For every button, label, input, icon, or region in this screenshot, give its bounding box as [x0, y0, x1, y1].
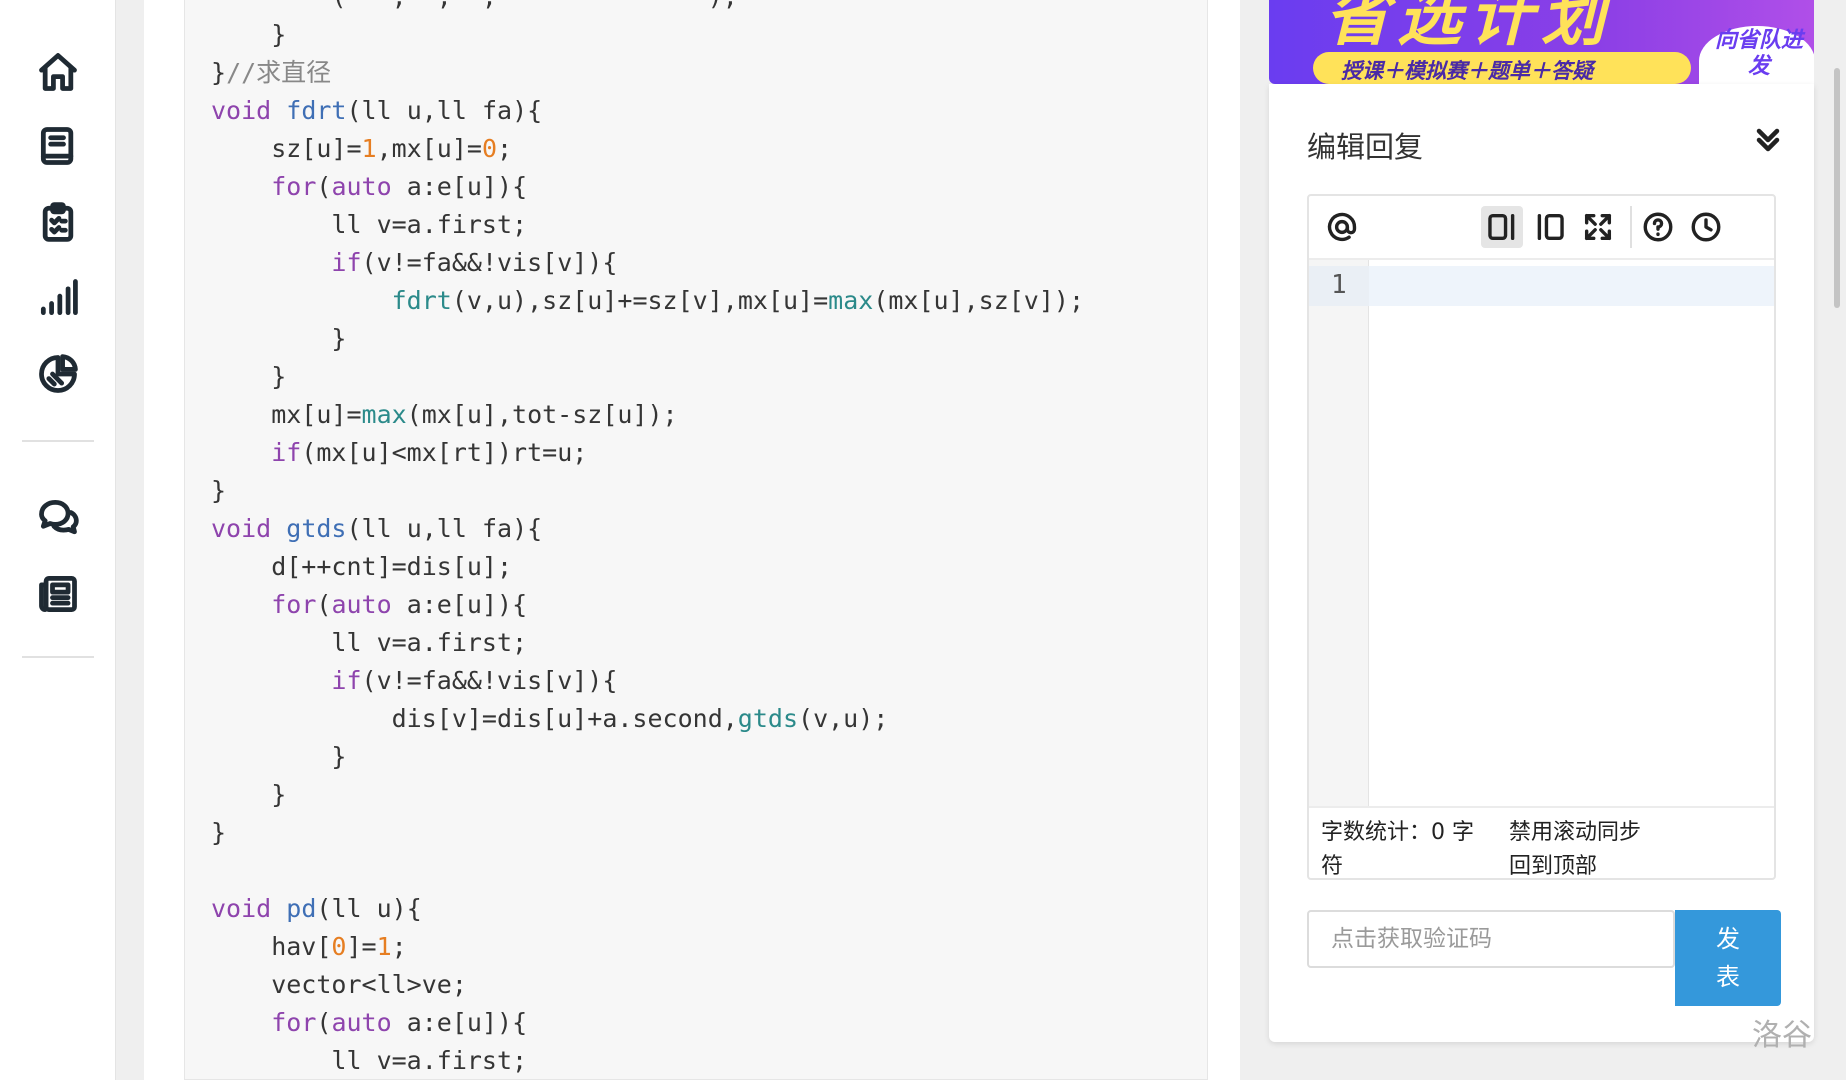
banner-title: 省选计划: [1325, 0, 1613, 55]
editor-input-area[interactable]: [1369, 266, 1774, 306]
disable-scroll-sync-link[interactable]: 禁用滚动同步: [1509, 816, 1641, 850]
home-icon[interactable]: [34, 48, 82, 96]
code-line: fdrt(v,u),sz[u]+=sz[v],mx[u]=max(mx[u],s…: [391, 286, 1085, 315]
line-gutter: [1309, 260, 1369, 806]
help-icon[interactable]: [1637, 206, 1679, 248]
submit-button[interactable]: 发表: [1675, 910, 1781, 1006]
code-line: ll v=a.first;: [211, 210, 528, 239]
nav-divider: [22, 656, 94, 658]
split-view-icon[interactable]: [1481, 206, 1523, 248]
banner-subtitle: 授课＋模拟赛＋题单＋答疑: [1341, 59, 1593, 83]
signal-bars-icon[interactable]: [34, 274, 82, 322]
page-scrollbar[interactable]: [1830, 0, 1846, 1080]
code-line: sz[u]=1,mx[u]=0;: [211, 134, 513, 163]
nav-divider: [22, 440, 94, 442]
markdown-editor: 1 字数统计：0 字符 禁用滚动同步 回到顶部: [1307, 194, 1776, 880]
code-line: mx[u]=max(mx[u],tot-sz[u]);: [211, 400, 678, 429]
history-icon[interactable]: [1685, 206, 1727, 248]
code-line: }: [211, 476, 227, 505]
code-text: ( , , , ); } }//求直径 void fdrt(ll u,ll fa){…: [211, 0, 1085, 1079]
code-line: for(auto a:e[u]){: [271, 172, 528, 201]
book-icon[interactable]: [34, 122, 82, 170]
at-icon[interactable]: [1321, 206, 1363, 248]
editor-toolbar: [1309, 196, 1774, 260]
code-line: d[++cnt]=dis[u];: [211, 552, 513, 581]
fullscreen-icon[interactable]: [1577, 206, 1619, 248]
code-line: dis[v]=dis[u]+a.second,gtds(v,u);: [211, 704, 889, 733]
code-block: ( , , , ); } }//求直径 void fdrt(ll u,ll fa){…: [184, 0, 1208, 1080]
code-line: vector<ll>ve;: [211, 970, 467, 999]
line-number: 1: [1331, 270, 1347, 300]
char-count: 字数统计：0 字符: [1321, 820, 1474, 879]
code-line: for(auto a:e[u]){: [271, 1008, 528, 1037]
code-line: void pd(ll u){: [211, 894, 422, 923]
code-line: }: [211, 324, 347, 353]
scrollbar-thumb[interactable]: [1834, 68, 1840, 308]
code-line: for(auto a:e[u]){: [271, 590, 528, 619]
code-line: if(v!=fa&&!vis[v]){: [331, 666, 618, 695]
banner-badge-text: 向省队进发: [1714, 28, 1803, 79]
pie-chart-icon[interactable]: [34, 350, 82, 398]
code-line: if(mx[u]<mx[rt])rt=u;: [271, 438, 588, 467]
panel-title: 编辑回复: [1307, 130, 1424, 164]
code-line: hav[0]=1;: [211, 932, 407, 961]
code-line: void gtds(ll u,ll fa){: [211, 514, 543, 543]
code-line: }: [211, 818, 227, 847]
code-line: if(v!=fa&&!vis[v]){: [331, 248, 618, 277]
promo-banner[interactable]: 省选计划 授课＋模拟赛＋题单＋答疑 向省队进发: [1269, 0, 1814, 84]
editor-status-bar: 字数统计：0 字符 禁用滚动同步 回到顶部: [1309, 806, 1774, 879]
captcha-input[interactable]: [1307, 910, 1675, 968]
left-sidebar: [0, 0, 116, 1080]
post-content: ( , , , ); } }//求直径 void fdrt(ll u,ll fa){…: [144, 0, 1240, 1080]
chevron-double-down-icon[interactable]: [1750, 122, 1786, 158]
luogu-watermark: 洛谷: [1752, 1018, 1812, 1053]
code-line: ll v=a.first;: [211, 628, 528, 657]
chat-icon[interactable]: [34, 494, 82, 542]
code-line: }//求直径: [211, 58, 332, 87]
code-line: ll v=a.first;: [211, 1046, 528, 1075]
code-line: }: [211, 742, 347, 771]
code-line: void fdrt(ll u,ll fa){: [211, 96, 543, 125]
clipboard-icon[interactable]: [34, 198, 82, 246]
code-line: }: [211, 20, 287, 49]
code-line: }: [211, 780, 287, 809]
code-line: }: [211, 362, 287, 391]
newspaper-icon[interactable]: [34, 570, 82, 618]
toolbar-separator: [1630, 206, 1632, 248]
preview-view-icon[interactable]: [1529, 206, 1571, 248]
reply-panel: 编辑回复 1 字数统计：0 字符 禁用滚动同步 回到顶部 点击获取验证码 发表: [1269, 84, 1814, 1042]
back-to-top-link[interactable]: 回到顶部: [1509, 850, 1597, 884]
code-line: ( , , , );: [211, 0, 1084, 16]
